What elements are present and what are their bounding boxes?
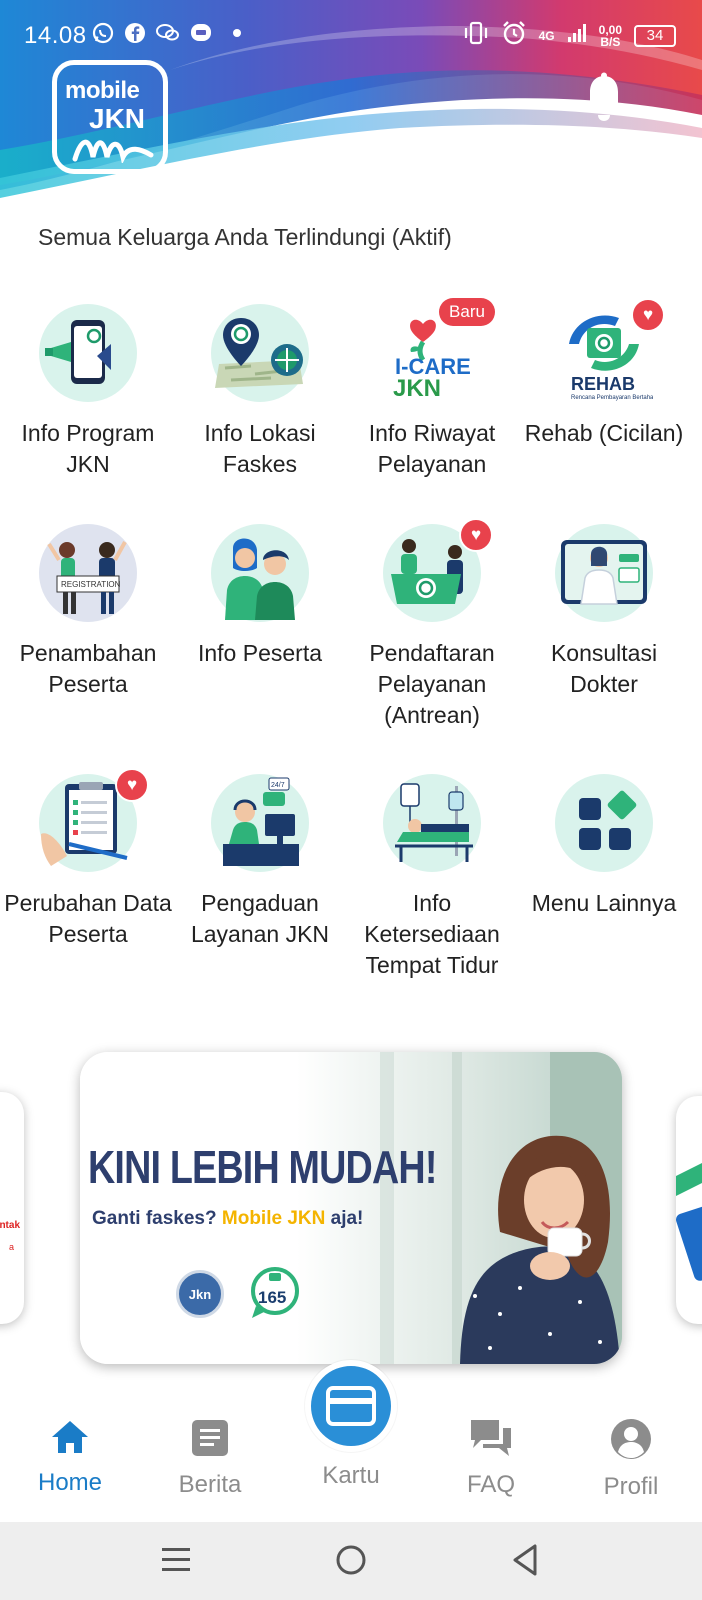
promo-carousel[interactable]: ntak a KINI LEBIH MUDAH! Ganti faskes? M…: [0, 1052, 702, 1370]
hospital-bed-icon: [383, 774, 481, 872]
svg-text:REGISTRATION: REGISTRATION: [61, 580, 121, 589]
banner-headline: KINI LEBIH MUDAH!: [88, 1141, 437, 1193]
bell-icon[interactable]: [580, 72, 628, 124]
logo-text-top: mobile: [65, 77, 140, 104]
whatsapp-icon: [92, 22, 114, 44]
menu-label: Pendaftaran Pelayanan (Antrean): [369, 640, 495, 728]
banner-sub-suffix: aja!: [325, 1208, 364, 1229]
nav-label: Berita: [178, 1471, 242, 1498]
heart-badge: ♥: [631, 298, 665, 332]
mobile-jkn-logo: mobile JKN: [52, 60, 168, 174]
nav-berita[interactable]: Berita: [140, 1418, 280, 1499]
vibrate-icon: [463, 21, 489, 50]
menu-pendaftaran-pelayanan[interactable]: ♥ Pendaftaran Pelayanan (Antrean): [346, 518, 518, 731]
menu-label: Info Program JKN: [21, 420, 155, 477]
carousel-next-card[interactable]: [676, 1096, 702, 1324]
heart-badge: ♥: [115, 768, 149, 802]
queue-registration-icon: ♥: [383, 518, 493, 622]
signal-icon: [567, 23, 587, 48]
promo-banner[interactable]: KINI LEBIH MUDAH! Ganti faskes? Mobile J…: [80, 1052, 622, 1364]
carousel-prev-card[interactable]: ntak a: [0, 1092, 24, 1324]
megaphone-phone-icon: [39, 304, 137, 402]
call-center-165-logo: 165: [250, 1266, 300, 1320]
menu-konsultasi-dokter[interactable]: Konsultasi Dokter: [518, 524, 690, 700]
registration-icon: REGISTRATION: [39, 524, 137, 622]
heart-badge: ♥: [459, 518, 493, 552]
back-triangle-icon[interactable]: [507, 1540, 547, 1580]
call-center-icon: 24/7: [211, 774, 309, 872]
prev-card-text-2: a: [8, 1242, 14, 1252]
system-navigation-bar: [0, 1522, 702, 1600]
menu-label: Menu Lainnya: [531, 890, 677, 916]
menu-label: Rehab (Cicilan): [524, 420, 684, 446]
banner-sub-highlight: Mobile JKN: [221, 1208, 326, 1229]
menu-label: Konsultasi Dokter: [550, 640, 658, 697]
news-icon: [190, 1420, 230, 1462]
nav-kartu[interactable]: Kartu: [280, 1360, 422, 1490]
nav-faq[interactable]: FAQ: [421, 1418, 561, 1499]
app-header: 14.08 4G 0,00 B/S 34 mobile JKN: [0, 0, 702, 215]
menu-lines-icon[interactable]: [156, 1540, 196, 1580]
svg-text:REHAB: REHAB: [571, 374, 635, 394]
network-speed-unit: B/S: [600, 34, 621, 49]
new-badge: Baru: [439, 298, 495, 326]
wechat-icon: [156, 22, 180, 44]
menu-info-ketersediaan-tempat-tidur[interactable]: Info Ketersediaan Tempat Tidur: [346, 774, 518, 981]
menu-label: Pengaduan Layanan JKN: [190, 890, 330, 947]
menu-label: Info Ketersediaan Tempat Tidur: [364, 890, 500, 978]
menu-info-peserta[interactable]: Info Peserta: [174, 524, 346, 669]
menu-label: Perubahan Data Peserta: [4, 890, 172, 947]
banner-sub-prefix: Ganti faskes?: [92, 1208, 222, 1229]
nav-home[interactable]: Home: [0, 1418, 140, 1497]
nav-label: FAQ: [466, 1471, 515, 1498]
member-status-text: Semua Keluarga Anda Terlindungi (Aktif): [38, 224, 452, 250]
home-icon: [50, 1421, 90, 1460]
card-icon: [305, 1360, 397, 1452]
svg-text:JKN: JKN: [393, 375, 441, 402]
nav-label: Home: [37, 1469, 103, 1496]
menu-pengaduan-layanan-jkn[interactable]: 24/7 Pengaduan Layanan JKN: [174, 774, 346, 950]
menu-label: Info Riwayat Pelayanan: [368, 420, 496, 477]
call-center-number: 165: [258, 1288, 287, 1307]
menu-perubahan-data-peserta[interactable]: ♥ Perubahan Data Peserta: [2, 768, 174, 950]
nav-profil[interactable]: Profil: [561, 1418, 701, 1501]
faq-chat-icon: [469, 1420, 513, 1462]
system-status-icons: 4G 0,00 B/S 34: [463, 20, 676, 51]
menu-label: Info Peserta: [197, 640, 323, 666]
update-data-icon: ♥: [39, 768, 149, 872]
menu-penambahan-peserta[interactable]: REGISTRATION Penambahan Peserta: [2, 524, 174, 700]
menu-label: Penambahan Peserta: [19, 640, 157, 697]
battery-indicator: 34: [634, 24, 676, 47]
bottom-navigation: Home Berita Kartu FAQ Profil: [0, 1360, 702, 1522]
profile-icon: [610, 1419, 652, 1464]
network-type: 4G: [538, 28, 555, 43]
icare-jkn-icon: I-CARE JKN Baru: [383, 298, 495, 402]
facebook-icon: [124, 22, 146, 44]
menu-label: Info Lokasi Faskes: [204, 420, 316, 477]
notification-icons: [92, 22, 242, 44]
jkn-badge-logo: Jkn: [176, 1270, 224, 1318]
chat-bubble-icon: [190, 22, 212, 44]
banner-subtitle: Ganti faskes? Mobile JKN aja!: [92, 1208, 363, 1230]
nav-label: Kartu: [322, 1462, 380, 1489]
dot-icon: [232, 28, 242, 38]
svg-text:24/7: 24/7: [271, 782, 285, 789]
prev-card-text: ntak: [0, 1220, 20, 1231]
nav-label: Profil: [603, 1473, 659, 1500]
home-circle-icon[interactable]: [331, 1540, 371, 1580]
menu-info-lokasi-faskes[interactable]: Info Lokasi Faskes: [174, 304, 346, 480]
map-pin-icon: [211, 304, 309, 402]
svg-text:Rencana Pembayaran Bertahap: Rencana Pembayaran Bertahap: [571, 395, 653, 401]
participants-icon: [211, 524, 309, 622]
network-speed: 0,00 B/S: [599, 24, 622, 48]
alarm-icon: [501, 20, 527, 51]
rehab-icon: REHAB Rencana Pembayaran Bertahap ♥: [555, 298, 665, 402]
menu-lainnya[interactable]: Menu Lainnya: [518, 774, 690, 919]
status-time: 14.08: [24, 22, 87, 49]
menu-info-program-jkn[interactable]: Info Program JKN: [2, 304, 174, 480]
grid-menu-icon: [555, 774, 653, 872]
menu-rehab-cicilan[interactable]: REHAB Rencana Pembayaran Bertahap ♥ Rehab…: [518, 298, 690, 449]
doctor-consult-icon: [555, 524, 653, 622]
menu-info-riwayat-pelayanan[interactable]: I-CARE JKN Baru Info Riwayat Pelayanan: [346, 298, 518, 480]
